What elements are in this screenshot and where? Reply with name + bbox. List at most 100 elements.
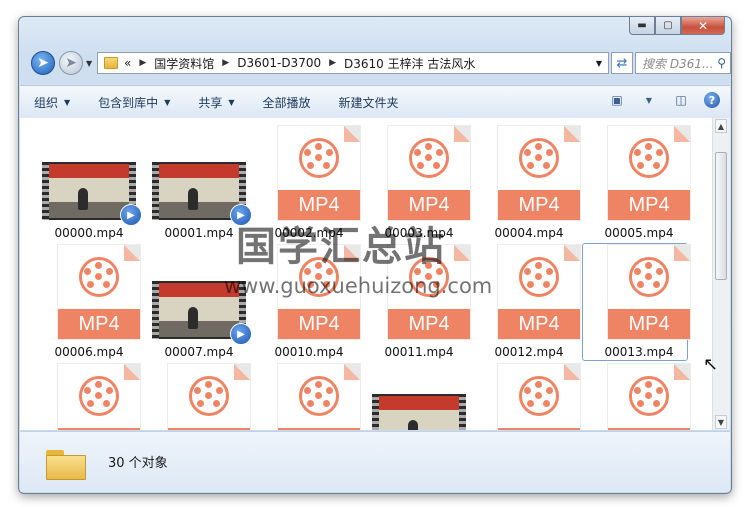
- file-item-partial[interactable]: MP4: [144, 364, 254, 430]
- mp4-file-icon: MP4: [388, 126, 470, 220]
- caption-buttons: ▬ ▢ ✕: [629, 17, 725, 35]
- file-name: 00005.mp4: [604, 226, 674, 240]
- include-library-menu[interactable]: 包含到库中 ▼: [84, 86, 184, 118]
- mp4-file-icon: MP4: [608, 364, 690, 430]
- file-badge: MP4: [58, 428, 140, 430]
- file-badge: MP4: [388, 309, 470, 339]
- view-controls: ▣ ▼ ◫ ?: [608, 92, 720, 108]
- breadcrumb-overflow[interactable]: «: [124, 56, 131, 70]
- file-item-partial[interactable]: MP4: [584, 364, 694, 430]
- forward-button[interactable]: ➤: [59, 51, 83, 75]
- view-options-dropdown[interactable]: ▼: [640, 92, 658, 108]
- chevron-down-icon: ▼: [228, 97, 235, 107]
- file-badge: MP4: [58, 309, 140, 339]
- search-placeholder: 搜索 D361...: [642, 57, 714, 71]
- file-badge: MP4: [388, 190, 470, 220]
- mouse-cursor-icon: ↖: [703, 354, 719, 375]
- file-item[interactable]: ▶ 00007.mp4: [144, 245, 254, 359]
- address-bar[interactable]: « ▶ 国学资料馆 ▶ D3601-D3700 ▶ D3610 王梓沣 古法风水…: [97, 52, 609, 74]
- file-name: 00004.mp4: [494, 226, 564, 240]
- share-menu[interactable]: 共享 ▼: [184, 86, 248, 118]
- file-badge: MP4: [168, 428, 250, 430]
- video-thumbnail: ▶: [372, 394, 466, 430]
- file-item[interactable]: MP4 00005.mp4: [584, 126, 694, 240]
- file-item[interactable]: MP4 00011.mp4: [364, 245, 474, 359]
- chevron-down-icon: ▼: [64, 97, 71, 107]
- file-item[interactable]: MP4 00012.mp4: [474, 245, 584, 359]
- file-list-pane[interactable]: ▶ 00000.mp4 ▶ 00001.mp4 MP4 00002.mp4 MP4 00003…: [20, 118, 730, 430]
- item-count: 30 个对象: [108, 456, 168, 471]
- include-library-label: 包含到库中: [98, 95, 159, 110]
- media-player-icon: ▶: [230, 323, 252, 345]
- file-item[interactable]: ▶ 00000.mp4: [34, 126, 144, 240]
- file-item[interactable]: MP4 00006.mp4: [34, 245, 144, 359]
- file-badge: MP4: [498, 190, 580, 220]
- file-name: 00011.mp4: [384, 345, 454, 359]
- file-name: 00010.mp4: [274, 345, 344, 359]
- help-button[interactable]: ?: [704, 92, 720, 108]
- help-icon: ?: [708, 93, 716, 107]
- video-thumbnail: ▶: [152, 162, 252, 226]
- preview-pane-button[interactable]: ◫: [672, 92, 690, 108]
- refresh-icon: ⇄: [616, 55, 628, 71]
- file-item[interactable]: ▶ 00001.mp4: [144, 126, 254, 240]
- mp4-file-icon: MP4: [498, 364, 580, 430]
- chevron-down-icon: ▼: [164, 97, 171, 107]
- maximize-icon: ▢: [663, 20, 673, 31]
- close-button[interactable]: ✕: [681, 17, 725, 35]
- file-badge: MP4: [608, 428, 690, 430]
- organize-label: 组织: [34, 95, 59, 110]
- share-label: 共享: [198, 95, 223, 110]
- file-item[interactable]: MP4 00002.mp4: [254, 126, 364, 240]
- organize-menu[interactable]: 组织 ▼: [20, 86, 84, 118]
- address-dropdown-icon[interactable]: ▼: [596, 59, 602, 68]
- file-item[interactable]: MP4 00013.mp4: [582, 243, 694, 361]
- file-item-partial[interactable]: MP4: [34, 364, 144, 430]
- mp4-file-icon: MP4: [278, 126, 360, 220]
- maximize-button[interactable]: ▢: [655, 17, 681, 35]
- search-icon[interactable]: ⚲: [717, 56, 726, 70]
- media-player-icon: ▶: [230, 204, 252, 226]
- file-item-partial[interactable]: MP4: [254, 364, 364, 430]
- scroll-down-button[interactable]: ▼: [715, 415, 727, 429]
- file-item[interactable]: MP4 00010.mp4: [254, 245, 364, 359]
- breadcrumb-item[interactable]: D3601-D3700: [237, 56, 321, 70]
- new-folder-label: 新建文件夹: [338, 95, 399, 110]
- file-name: 00006.mp4: [54, 345, 124, 359]
- file-badge: MP4: [608, 190, 690, 220]
- file-item-partial[interactable]: MP4: [474, 364, 584, 430]
- file-item[interactable]: MP4 00004.mp4: [474, 126, 584, 240]
- navigation-bar: ➤ ➤ ▼ « ▶ 国学资料馆 ▶ D3601-D3700 ▶ D3610 王梓…: [29, 49, 731, 79]
- media-player-icon: ▶: [120, 204, 142, 226]
- explorer-window: ▬ ▢ ✕ ➤ ➤ ▼ « ▶ 国学资料馆 ▶ D3601-D3700 ▶ D3…: [18, 16, 732, 494]
- chevron-right-icon[interactable]: ▶: [329, 58, 336, 68]
- file-name: 00013.mp4: [604, 345, 674, 359]
- file-item-partial[interactable]: ▶: [364, 358, 474, 430]
- folder-icon: [104, 57, 118, 69]
- new-folder-button[interactable]: 新建文件夹: [325, 86, 413, 118]
- search-input[interactable]: 搜索 D361... ⚲: [635, 52, 731, 74]
- file-badge: MP4: [608, 309, 690, 339]
- refresh-button[interactable]: ⇄: [611, 52, 633, 74]
- back-button[interactable]: ➤: [31, 51, 55, 75]
- file-item[interactable]: MP4 00003.mp4: [364, 126, 474, 240]
- breadcrumb-item[interactable]: 国学资料馆: [154, 55, 214, 72]
- chevron-right-icon[interactable]: ▶: [222, 58, 229, 68]
- minimize-button[interactable]: ▬: [629, 17, 655, 35]
- breadcrumb-item[interactable]: D3610 王梓沣 古法风水: [344, 55, 475, 72]
- scroll-up-button[interactable]: ▲: [715, 119, 727, 133]
- view-icon: ▣: [611, 93, 623, 107]
- mp4-file-icon: MP4: [168, 364, 250, 430]
- change-view-button[interactable]: ▣: [608, 92, 626, 108]
- file-badge: MP4: [278, 190, 360, 220]
- video-thumbnail: ▶: [42, 162, 142, 226]
- vertical-scrollbar[interactable]: ▲ ▼: [712, 118, 730, 430]
- chevron-right-icon[interactable]: ▶: [139, 58, 146, 68]
- play-all-button[interactable]: 全部播放: [249, 86, 325, 118]
- mp4-file-icon: MP4: [388, 245, 470, 339]
- mp4-file-icon: MP4: [498, 126, 580, 220]
- file-name: 00007.mp4: [164, 345, 234, 359]
- recent-pages-dropdown[interactable]: ▼: [86, 59, 92, 68]
- scrollbar-thumb[interactable]: [715, 152, 727, 280]
- video-thumbnail: ▶: [152, 281, 252, 345]
